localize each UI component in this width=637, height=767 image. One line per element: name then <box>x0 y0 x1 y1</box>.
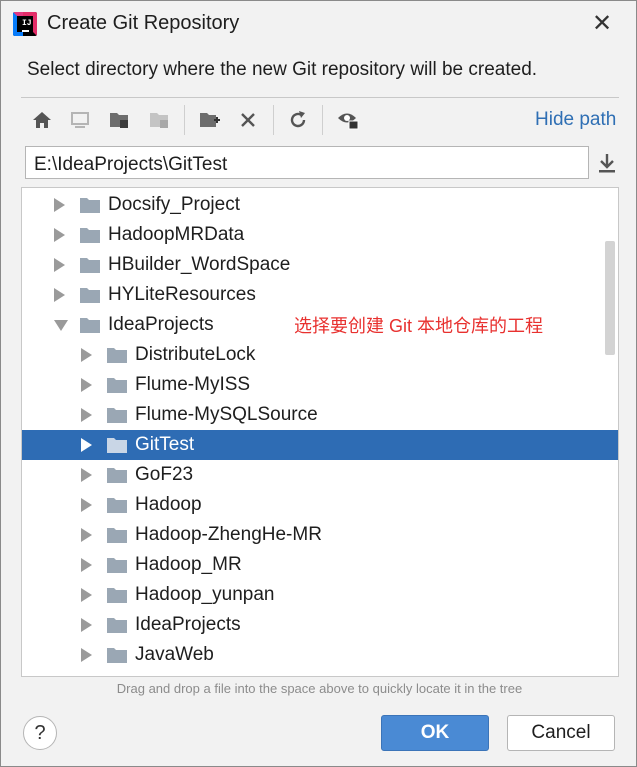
module-folder-icon[interactable] <box>147 107 173 133</box>
folder-icon <box>80 318 100 333</box>
folder-icon <box>80 228 100 243</box>
divider <box>21 97 619 98</box>
cancel-button[interactable]: Cancel <box>507 715 615 751</box>
tree-item[interactable]: Hadoop-ZhengHe-MR <box>22 520 618 550</box>
folder-icon <box>107 498 127 513</box>
create-git-repository-dialog: IJ Create Git Repository ✕ Select direct… <box>0 0 637 767</box>
close-icon[interactable]: ✕ <box>589 11 615 37</box>
intellij-idea-app-icon: IJ <box>13 12 37 36</box>
download-icon[interactable] <box>596 151 620 175</box>
path-input[interactable] <box>25 146 589 179</box>
drag-drop-hint: Drag and drop a file into the space abov… <box>116 681 523 696</box>
expand-arrow-right-icon[interactable] <box>54 288 65 302</box>
hide-path-link[interactable]: Hide path <box>535 109 616 131</box>
tree-item[interactable]: Hadoop_yunpan <box>22 580 618 610</box>
tree-item-label: DistributeLock <box>135 344 256 365</box>
expand-arrow-right-icon[interactable] <box>54 228 65 242</box>
folder-icon <box>80 258 100 273</box>
home-icon[interactable] <box>29 107 55 133</box>
tree-item-label: Hadoop <box>135 494 202 515</box>
expand-arrow-right-icon[interactable] <box>81 618 92 632</box>
expand-arrow-right-icon[interactable] <box>81 558 92 572</box>
folder-icon <box>80 288 100 303</box>
tree-scrollbar[interactable] <box>605 241 615 355</box>
tree-item[interactable]: GoF23 <box>22 460 618 490</box>
help-button[interactable]: ? <box>23 716 57 750</box>
tree-item[interactable]: Flume-MyISS <box>22 370 618 400</box>
tree-item-label: IdeaProjects <box>135 614 241 635</box>
tree-item-label: Hadoop_yunpan <box>135 584 275 605</box>
folder-icon <box>107 348 127 363</box>
toolbar-separator <box>273 105 274 135</box>
tree-item-label: JavaWeb <box>135 644 214 665</box>
expand-arrow-right-icon[interactable] <box>81 468 92 482</box>
expand-arrow-right-icon[interactable] <box>81 348 92 362</box>
tree-item-label: HBuilder_WordSpace <box>108 254 291 275</box>
tree-item-label: Flume-MySQLSource <box>135 404 318 425</box>
toolbar-separator <box>322 105 323 135</box>
tree-item-label: Hadoop-ZhengHe-MR <box>135 524 322 545</box>
tree-item[interactable]: Docsify_Project <box>22 190 618 220</box>
expand-arrow-right-icon[interactable] <box>81 588 92 602</box>
expand-arrow-right-icon[interactable] <box>54 198 65 212</box>
folder-icon <box>107 528 127 543</box>
title-bar: IJ Create Git Repository ✕ <box>1 1 636 47</box>
annotation-note: 选择要创建 Git 本地仓库的工程 <box>294 316 544 336</box>
folder-icon <box>107 408 127 423</box>
tree-item-label: Hadoop_MR <box>135 554 242 575</box>
expand-arrow-right-icon[interactable] <box>81 378 92 392</box>
dialog-title: Create Git Repository <box>47 12 240 34</box>
tree-item[interactable]: IdeaProjects <box>22 610 618 640</box>
expand-arrow-right-icon[interactable] <box>81 648 92 662</box>
tree-item[interactable]: Flume-MySQLSource <box>22 400 618 430</box>
dialog-description: Select directory where the new Git repos… <box>27 59 538 80</box>
show-hidden-icon[interactable] <box>335 107 361 133</box>
folder-icon <box>80 198 100 213</box>
tree-item[interactable]: GitTest <box>22 430 618 460</box>
project-folder-icon[interactable] <box>107 107 133 133</box>
expand-arrow-down-icon[interactable] <box>54 320 68 331</box>
tree-item-label: GoF23 <box>135 464 194 485</box>
expand-arrow-right-icon[interactable] <box>81 498 92 512</box>
tree-item[interactable]: HYLiteResources <box>22 280 618 310</box>
directory-tree: Docsify_Project HadoopMRData HBuilder_Word… <box>21 187 619 677</box>
tree-item-label: HadoopMRData <box>108 224 245 245</box>
folder-icon <box>107 378 127 393</box>
tree-item[interactable]: DistributeLock <box>22 340 618 370</box>
tree-item-label: GitTest <box>135 434 195 455</box>
refresh-icon[interactable] <box>285 107 311 133</box>
tree-item[interactable]: Hadoop_MR <box>22 550 618 580</box>
tree-item[interactable]: Hadoop <box>22 490 618 520</box>
new-folder-icon[interactable] <box>197 107 223 133</box>
delete-icon[interactable] <box>235 107 261 133</box>
folder-icon <box>107 468 127 483</box>
expand-arrow-right-icon[interactable] <box>81 528 92 542</box>
ok-button[interactable]: OK <box>381 715 489 751</box>
tree-item-label: Flume-MyISS <box>135 374 251 395</box>
file-chooser-toolbar: Hide path <box>21 101 621 139</box>
tree-item[interactable]: HBuilder_WordSpace <box>22 250 618 280</box>
tree-item[interactable]: JavaWeb <box>22 640 618 670</box>
toolbar-separator <box>184 105 185 135</box>
folder-icon <box>107 618 127 633</box>
desktop-icon[interactable] <box>67 107 93 133</box>
folder-icon <box>107 558 127 573</box>
expand-arrow-right-icon[interactable] <box>81 408 92 422</box>
tree-item-label: Docsify_Project <box>108 194 240 215</box>
folder-icon <box>107 438 127 453</box>
expand-arrow-right-icon[interactable] <box>81 438 92 452</box>
tree-item[interactable]: HadoopMRData <box>22 220 618 250</box>
folder-icon <box>107 648 127 663</box>
expand-arrow-right-icon[interactable] <box>54 258 65 272</box>
folder-icon <box>107 588 127 603</box>
tree-item-label: IdeaProjects <box>108 314 214 335</box>
tree-item-label: HYLiteResources <box>108 284 256 305</box>
